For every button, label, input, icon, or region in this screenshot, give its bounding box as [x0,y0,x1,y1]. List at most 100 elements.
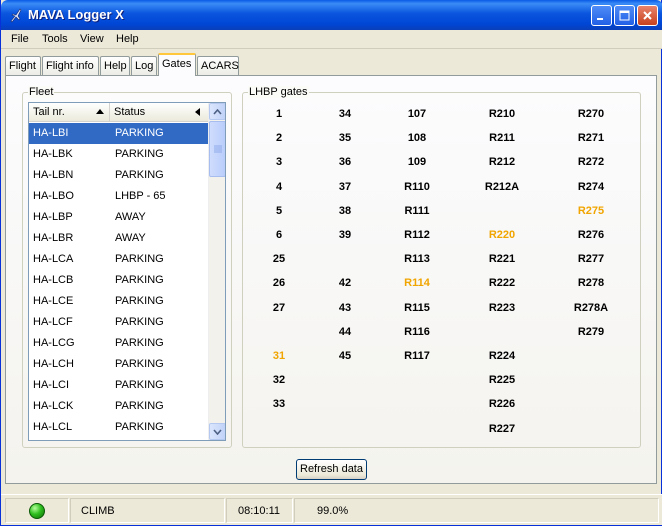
gate-label: 31 [272,350,286,362]
aircraft-status: PARKING [115,295,164,307]
gate-label: 44 [338,325,352,338]
tail-number: HA-LBP [33,211,73,223]
gate-label: R278 [577,277,605,290]
tail-number: HA-LCH [33,358,74,370]
fleet-row[interactable]: HA-LBO LHBP - 65 [29,186,209,207]
refresh-data-button[interactable]: Refresh data [296,459,367,480]
tail-number: HA-LCI [33,379,70,391]
tail-number: HA-LCA [33,253,74,265]
tab-acars[interactable]: ACARS [197,56,239,76]
gate-label: 108 [407,132,427,145]
aircraft-status: AWAY [115,211,146,223]
fleet-row[interactable]: HA-LBR AWAY [29,228,209,249]
gate-label: 5 [275,204,283,217]
title-bar[interactable]: MAVA Logger X [1,0,662,30]
aircraft-status: PARKING [115,127,164,139]
fleet-row[interactable]: HA-LCG PARKING [29,333,209,354]
fleet-scrollbar[interactable] [208,103,225,440]
menu-help[interactable]: Help [116,33,139,45]
fleet-row[interactable]: HA-LCB PARKING [29,270,209,291]
status-led-icon [29,503,45,519]
fleet-row[interactable]: HA-LBN PARKING [29,165,209,186]
fleet-list-header: Tail nr. Status [29,103,209,122]
fleet-row[interactable]: HA-LCH PARKING [29,354,209,375]
tail-number: HA-LCB [33,274,74,286]
tab-log[interactable]: Log [131,56,157,76]
gate-label: R221 [488,253,516,266]
aircraft-status: AWAY [115,232,146,244]
scroll-up-button[interactable] [209,103,225,120]
gate-label: 35 [338,132,352,145]
fleet-row[interactable]: HA-LBP AWAY [29,207,209,228]
gate-label: R113 [404,253,430,266]
aircraft-status: LHBP - 65 [115,190,166,202]
gate-label: R212A [484,180,520,193]
flight-phase: CLIMB [81,505,115,517]
fleet-row[interactable]: HA-LBI PARKING [29,123,209,144]
gate-label: R224 [488,350,516,362]
gate-label: 1 [275,108,283,120]
gate-label: 26 [272,277,286,290]
progress-percent: 99.0% [317,505,349,517]
minimize-button[interactable] [591,5,612,26]
aircraft-status: PARKING [115,274,164,286]
gate-label: 4 [275,180,283,193]
fleet-group-label: Fleet [28,86,55,98]
gate-label: R226 [488,398,516,411]
scroll-down-button[interactable] [209,423,225,440]
aircraft-status: PARKING [115,337,164,349]
gate-label: R116 [404,325,430,338]
fleet-row[interactable]: HA-LCE PARKING [29,291,209,312]
fleet-row[interactable]: HA-LCF PARKING [29,312,209,333]
fleet-row[interactable]: HA-LCK PARKING [29,396,209,417]
column-status[interactable]: Status [110,103,209,122]
gate-label: 25 [272,253,286,266]
fleet-row[interactable]: HA-LCA PARKING [29,249,209,270]
gate-label: R278A [573,301,609,314]
gate-label: R270 [577,108,605,120]
gate-label: 42 [338,277,352,290]
fleet-row[interactable]: HA-LBK PARKING [29,144,209,165]
menu-file[interactable]: File [11,33,29,45]
tail-number: HA-LBK [33,148,73,160]
gate-label: R222 [488,277,516,290]
tail-number: HA-LBR [33,232,74,244]
gate-label: 34 [338,108,352,120]
airplane-icon [10,8,22,23]
tail-number: HA-LCK [33,400,74,412]
column-tail-label: Tail nr. [33,106,65,118]
tab-flight[interactable]: Flight [5,56,41,76]
fleet-row[interactable]: HA-LCI PARKING [29,375,209,396]
tail-number: HA-LBO [33,190,74,202]
aircraft-status: PARKING [115,400,164,412]
menu-bar: File Tools View Help [1,30,662,49]
main-window: MAVA Logger X File Tools View Help Fligh… [0,0,662,526]
tab-flight-info[interactable]: Flight info [42,56,99,76]
close-button[interactable] [637,5,658,26]
gate-label: 6 [275,229,283,241]
chevron-down-icon [213,428,222,435]
gate-label: 43 [338,301,352,314]
gate-label: 2 [275,132,283,145]
tab-gates[interactable]: Gates [158,53,196,76]
column-status-label: Status [114,106,146,118]
gate-label: R115 [404,301,430,314]
tab-help[interactable]: Help [100,56,130,76]
gate-label: R212 [488,156,516,169]
window-title: MAVA Logger X [28,7,124,22]
fleet-row[interactable]: HA-LCL PARKING [29,417,209,438]
gate-label: 38 [338,204,352,217]
fleet-list[interactable]: Tail nr. Status HA-LBI PARKING HA-LBK PARKI… [28,102,226,441]
maximize-button[interactable] [614,5,635,26]
gate-label: 39 [338,229,352,241]
column-tail-nr[interactable]: Tail nr. [29,103,110,122]
aircraft-status: PARKING [115,169,164,181]
aircraft-status: PARKING [115,253,164,265]
gate-label: R112 [404,229,430,241]
scroll-thumb[interactable] [209,121,225,177]
menu-tools[interactable]: Tools [42,33,68,45]
status-bar: CLIMB 08:10:11 99.0% [1,494,662,525]
minimize-icon [597,18,603,20]
gate-label: R271 [577,132,605,145]
menu-view[interactable]: View [80,33,104,45]
